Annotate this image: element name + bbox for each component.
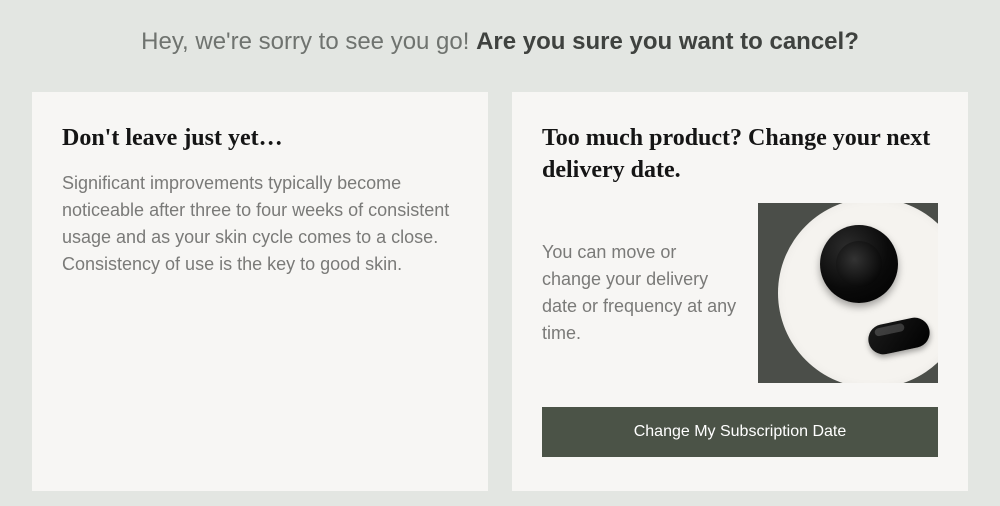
- headline-prefix: Hey, we're sorry to see you go!: [141, 28, 476, 55]
- retention-card-title: Don't leave just yet…: [62, 122, 458, 154]
- reschedule-card-title: Too much product? Change your next deliv…: [542, 122, 938, 187]
- reschedule-card: Too much product? Change your next deliv…: [512, 92, 968, 491]
- card-container: Don't leave just yet… Significant improv…: [0, 92, 1000, 491]
- page-headline: Hey, we're sorry to see you go! Are you …: [0, 0, 1000, 92]
- product-image: [758, 203, 938, 383]
- retention-card: Don't leave just yet… Significant improv…: [32, 92, 488, 491]
- reschedule-card-body: You can move or change your delivery dat…: [542, 239, 738, 347]
- headline-emphasis: Are you sure you want to cancel?: [476, 28, 859, 55]
- change-subscription-date-button[interactable]: Change My Subscription Date: [542, 407, 938, 457]
- retention-card-body: Significant improvements typically becom…: [62, 170, 458, 278]
